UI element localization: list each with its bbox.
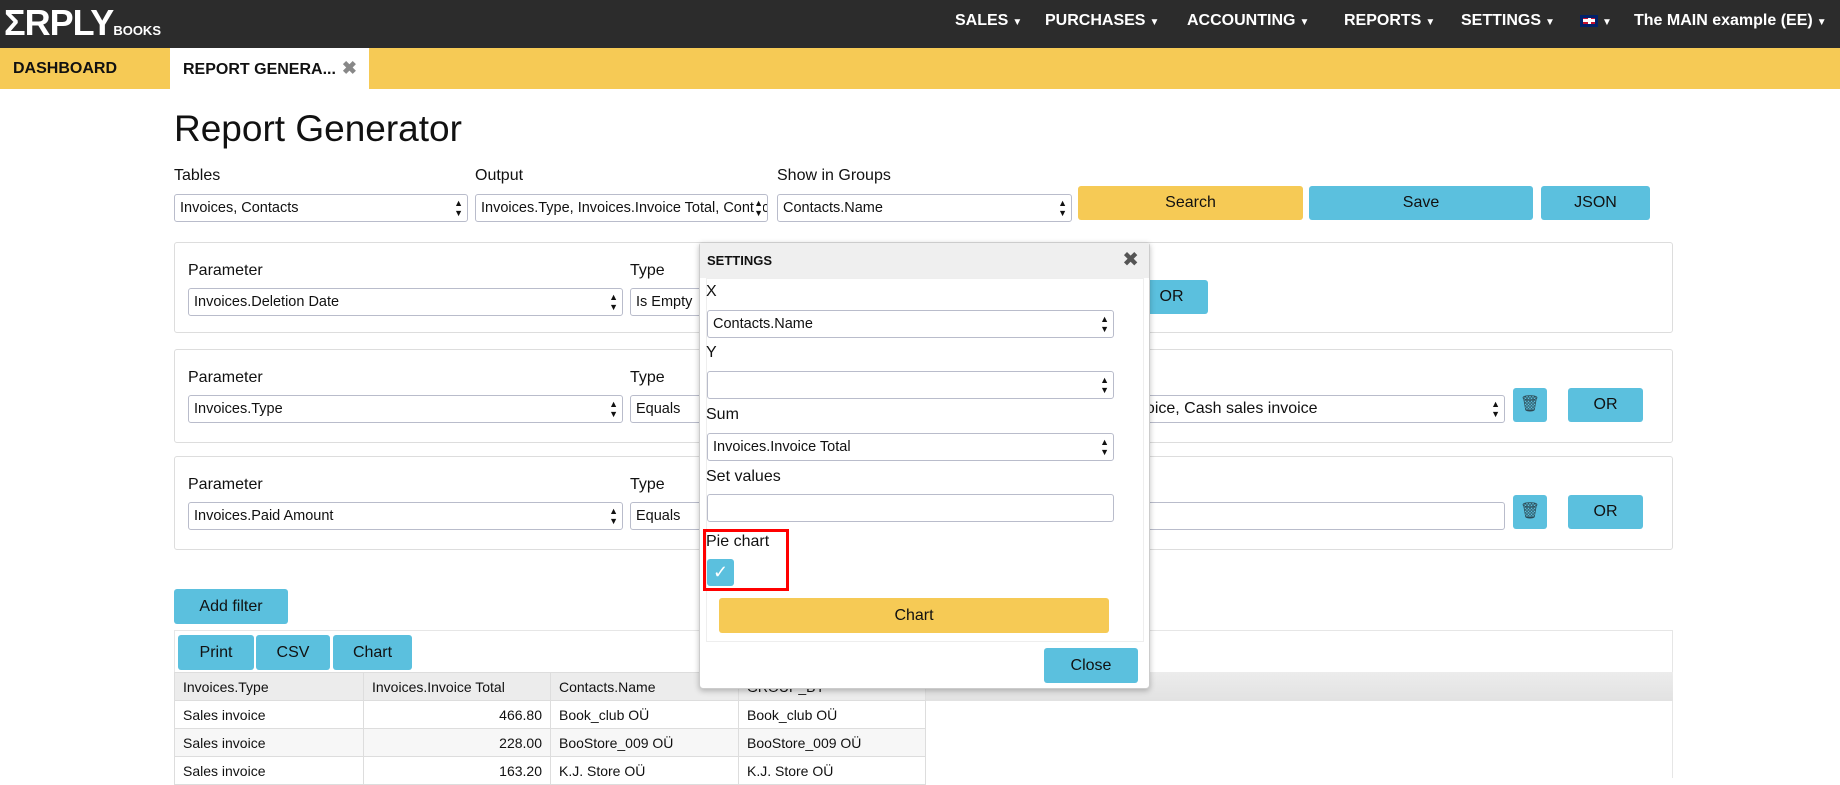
modal-header: SETTINGS [700,243,1149,278]
nav-purchases[interactable]: PURCHASES ▼ [1045,0,1159,48]
set-values-input[interactable] [707,494,1114,522]
chart-submit-button[interactable]: Chart [719,598,1109,633]
close-tab-icon[interactable]: ✖ [342,58,357,78]
sort-arrows-icon: ▲ ▼ [609,399,618,419]
uk-flag-icon [1580,14,1598,27]
parameter-label: Parameter [188,476,263,493]
csv-button[interactable]: CSV [256,635,330,670]
sort-arrows-icon: ▲ ▼ [609,506,618,526]
x-select[interactable]: Contacts.Name ▲ ▼ [707,310,1114,338]
parameter-select[interactable]: Invoices.Paid Amount ▲ ▼ [188,502,623,530]
show-in-groups-label: Show in Groups [777,167,891,184]
type-label: Type [630,369,665,386]
checkmark-icon: ✓ [712,562,729,582]
sort-arrows-icon: ▲ ▼ [1100,375,1109,395]
delete-filter-button[interactable]: 🗑 [1513,495,1547,529]
table-row: Sales invoice 228.00 BooStore_009 OÜ BooSto… [174,728,926,757]
set-values-label: Set values [706,468,781,485]
cell: Book_club OÜ [550,700,739,729]
or-button[interactable]: OR [1568,495,1643,529]
tab-report-generator[interactable]: REPORT GENERA... ✖ [170,48,369,89]
cell: K.J. Store OÜ [738,756,926,785]
tables-label: Tables [174,167,221,184]
parameter-select[interactable]: Invoices.Deletion Date ▲ ▼ [188,288,623,316]
search-button[interactable]: Search [1078,186,1303,220]
type-label: Type [630,262,665,279]
cell: Book_club OÜ [738,700,926,729]
parameter-select[interactable]: Invoices.Type ▲ ▼ [188,395,623,423]
table-row: Sales invoice 466.80 Book_club OÜ Book_club… [174,700,926,729]
top-bar [0,0,1840,48]
modal-title: SETTINGS [707,253,773,268]
parameter-label: Parameter [188,369,263,386]
print-button[interactable]: Print [178,635,254,670]
erply-books-logo[interactable]: ΣRPLYBOOKS [4,4,161,50]
settings-modal: SETTINGS ✖ X Contacts.Name ▲ ▼ Y ▲ ▼ Sum In… [699,242,1150,689]
tab-dashboard[interactable]: DASHBOARD [0,48,117,89]
nav-accounting[interactable]: ACCOUNTING ▼ [1187,0,1309,48]
company-menu[interactable]: The MAIN example (EE) ▼ [1634,0,1827,48]
cell: 163.20 [363,756,551,785]
trash-icon: 🗑 [1519,503,1541,520]
cell: 466.80 [363,700,551,729]
cell: 228.00 [363,728,551,757]
close-modal-icon[interactable]: ✖ [1122,243,1139,278]
nav-sales[interactable]: SALES ▼ [955,0,1022,48]
y-label: Y [706,344,717,361]
sort-arrows-icon: ▲ ▼ [754,198,763,218]
table-row: Sales invoice 163.20 K.J. Store OÜ K.J. Sto… [174,756,926,785]
x-label: X [706,283,717,300]
trash-icon: 🗑 [1519,396,1541,413]
show-in-groups-select[interactable]: Contacts.Name ▲ ▼ [777,194,1072,222]
cell: K.J. Store OÜ [550,756,739,785]
type-label: Type [630,476,665,493]
page-title: Report Generator [174,108,462,149]
pie-chart-label: Pie chart [706,533,770,550]
language-menu[interactable]: ▼ [1580,0,1612,48]
y-select[interactable]: ▲ ▼ [707,371,1114,399]
pie-chart-checkbox[interactable]: ✓ [707,559,734,586]
cell: Sales invoice [174,756,364,785]
sort-arrows-icon: ▲ ▼ [1058,198,1067,218]
sort-arrows-icon: ▲ ▼ [1100,314,1109,334]
sort-arrows-icon: ▲ ▼ [609,292,618,312]
close-button[interactable]: Close [1044,648,1138,683]
sort-arrows-icon: ▲ ▼ [1100,437,1109,457]
output-label: Output [475,167,524,184]
column-header[interactable]: Invoices.Invoice Total [363,672,551,701]
save-button[interactable]: Save [1309,186,1533,220]
sum-select[interactable]: Invoices.Invoice Total ▲ ▼ [707,433,1114,461]
parameter-label: Parameter [188,262,263,279]
json-button[interactable]: JSON [1541,186,1650,220]
output-select[interactable]: Invoices.Type, Invoices.Invoice Total, C… [475,194,768,222]
add-filter-button[interactable]: Add filter [174,589,288,624]
sort-arrows-icon: ▲ ▼ [454,198,463,218]
chart-button[interactable]: Chart [333,635,412,670]
nav-settings[interactable]: SETTINGS ▼ [1461,0,1555,48]
nav-reports[interactable]: REPORTS ▼ [1344,0,1435,48]
tables-select[interactable]: Invoices, Contacts ▲ ▼ [174,194,468,222]
delete-filter-button[interactable]: 🗑 [1513,388,1547,422]
cell: BooStore_009 OÜ [738,728,926,757]
sum-label: Sum [706,406,739,423]
cell: Sales invoice [174,700,364,729]
cell: Sales invoice [174,728,364,757]
column-header[interactable]: Invoices.Type [174,672,364,701]
or-button[interactable]: OR [1568,388,1643,422]
cell: BooStore_009 OÜ [550,728,739,757]
sort-arrows-icon: ▲ ▼ [1491,399,1500,419]
